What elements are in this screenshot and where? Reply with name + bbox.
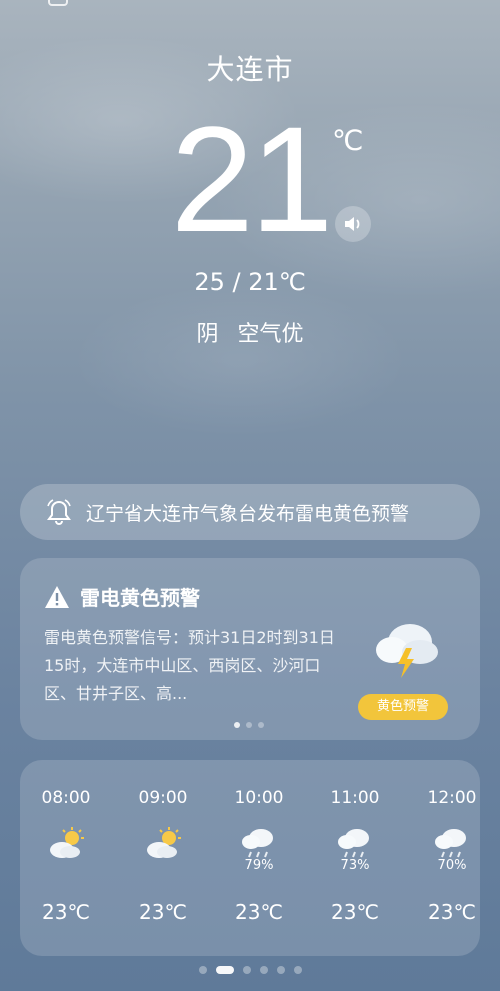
hour-time: 09:00 [138,788,188,808]
hourly-item: 08:00 23℃ [26,760,106,956]
light-rain-icon [242,829,273,858]
temperature-range: 25 / 21℃ [194,268,306,296]
weather-condition: 阴 空气优 [0,316,500,348]
hour-time: 10:00 [234,788,284,808]
hourly-item: 09:00 23℃ [123,760,203,956]
page-dot[interactable] [242,966,251,974]
hour-temp: 23℃ [139,900,187,924]
hour-time: 12:00 [427,788,477,808]
bell-icon [47,499,71,526]
city-page-indicator[interactable] [0,966,500,974]
hourly-item: 12:00 70% 23℃ [412,760,480,956]
warning-pager [234,722,264,728]
precip-chance: 79% [244,858,274,873]
warning-level-badge: 黄色预警 [358,694,448,720]
warning-title: 雷电黄色预警 [44,582,200,611]
hour-temp: 23℃ [331,900,379,924]
hourly-item: 11:00 73% 23℃ [315,760,395,956]
hour-temp: 23℃ [428,900,476,924]
city-name[interactable]: 大连市 [0,48,500,88]
speaker-icon [345,217,360,231]
temperature-unit: ℃ [332,124,364,157]
page-dot[interactable] [198,966,207,974]
warning-description: 雷电黄色预警信号：预计31日2时到31日15时，大连市中山区、西岗区、沙河口区、… [44,628,335,703]
status-bar-fragment [48,0,68,6]
light-rain-icon [435,829,466,858]
hour-time: 08:00 [41,788,91,808]
air-quality-text[interactable]: 空气优 [238,322,304,347]
hourly-forecast[interactable]: 08:00 23℃ 09:00 23℃ 10:00 79% 23℃ 11:00 … [20,760,480,956]
warning-triangle-icon [45,585,69,608]
precip-chance: 70% [437,858,467,873]
hour-temp: 23℃ [235,900,283,924]
page-dot[interactable] [259,966,268,974]
light-rain-icon [338,829,369,858]
page-dot-active[interactable] [215,966,234,974]
hourly-item: 10:00 79% 23℃ [219,760,299,956]
voice-broadcast-button[interactable] [335,206,371,242]
thunderstorm-icon [376,624,438,678]
warning-card[interactable]: 雷电黄色预警 雷电黄色预警信号：预计31日2时到31日15时，大连市中山区、西岗… [20,558,480,740]
weather-alert-banner[interactable]: 辽宁省大连市气象台发布雷电黄色预警 [20,484,480,540]
alert-banner-text: 辽宁省大连市气象台发布雷电黄色预警 [86,502,410,525]
warning-title-text: 雷电黄色预警 [80,586,200,610]
pager-dot [246,722,252,728]
page-dot[interactable] [293,966,302,974]
partly-cloudy-icon [50,827,84,858]
partly-cloudy-icon [147,827,181,858]
pager-dot [234,722,240,728]
pager-dot [258,722,264,728]
condition-text: 阴 [196,322,219,347]
current-temperature: 21 [170,95,334,263]
hour-temp: 23℃ [42,900,90,924]
precip-chance: 73% [340,858,370,873]
page-dot[interactable] [276,966,285,974]
hour-time: 11:00 [330,788,380,808]
